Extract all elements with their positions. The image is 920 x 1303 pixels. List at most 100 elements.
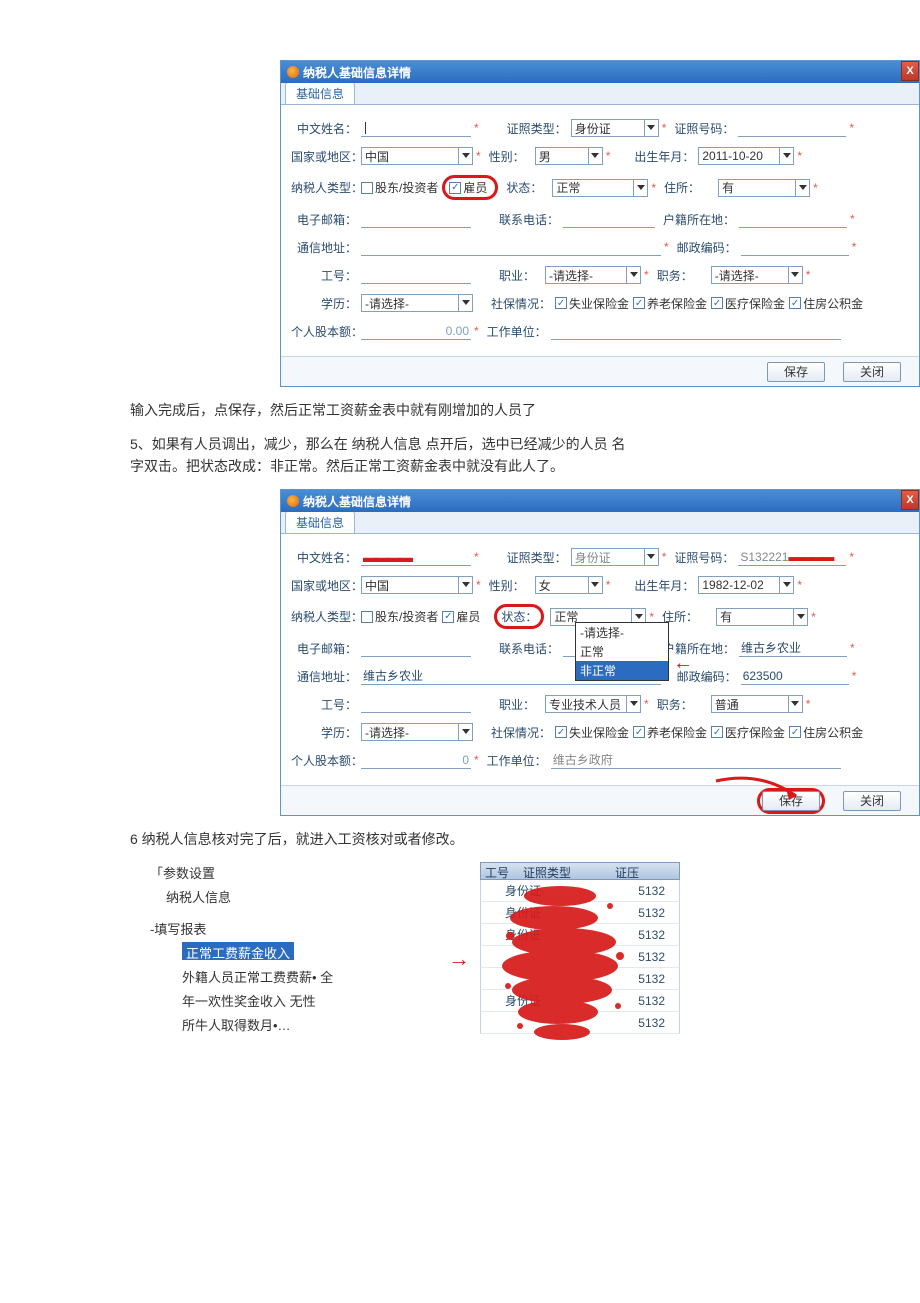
lbl-residence: 住所： xyxy=(664,179,700,196)
chk-unemploy[interactable]: 失业保险金 xyxy=(555,295,629,312)
lbl-email: 电子邮箱： xyxy=(291,211,357,228)
cell-id-pfx: 5132 xyxy=(577,950,673,964)
data-grid: → 工号 证照类型 证压 身份证5132身份证5132身份证5132513251… xyxy=(480,862,680,1038)
edu-select[interactable]: -请选择- xyxy=(361,723,473,741)
lbl-id-type: 证照类型： xyxy=(507,120,567,137)
table-row[interactable]: 身份证5132 xyxy=(480,902,680,924)
status-opt-placeholder[interactable]: -请选择- xyxy=(576,623,668,642)
table-row[interactable]: 身份证5132 xyxy=(480,990,680,1012)
titlebar[interactable]: 纳税人基础信息详情 X xyxy=(281,61,919,83)
id-type-select[interactable]: 身份证 xyxy=(571,119,659,137)
lbl-post: 职务： xyxy=(657,267,693,284)
hukou-input[interactable] xyxy=(739,210,847,228)
country-select[interactable]: 中国 xyxy=(361,147,473,165)
id-type-select[interactable]: 身份证 xyxy=(571,548,659,566)
grid-header: 工号 证照类型 证压 xyxy=(480,862,680,880)
chk-housing[interactable]: 住房公积金 xyxy=(789,724,863,741)
cell-id-type: 身份证 xyxy=(481,882,577,899)
chk-medical[interactable]: 医疗保险金 xyxy=(711,724,785,741)
tree-fill-form[interactable]: -填写报表 xyxy=(150,918,350,942)
cell-id-type: 身份证 xyxy=(481,904,577,921)
chk-pension[interactable]: 养老保险金 xyxy=(633,724,707,741)
title-text: 纳税人基础信息详情 xyxy=(303,493,411,510)
tree-param[interactable]: 「参数设置 xyxy=(150,862,350,886)
chk-housing[interactable]: 住房公积金 xyxy=(789,295,863,312)
nav-tree: 「参数设置 纳税人信息 -填写报表 正常工费薪金收入 外籍人员正常工费费薪• 全… xyxy=(150,862,350,1038)
lbl-edu: 学历： xyxy=(291,724,357,741)
save-button[interactable]: 保存 xyxy=(767,362,825,382)
lbl-id-no: 证照号码： xyxy=(674,120,734,137)
chk-shareholder[interactable]: 股东/投资者 xyxy=(361,608,438,625)
workunit-input[interactable]: 维古乡政府 xyxy=(551,751,841,769)
birth-date-select[interactable]: 2011-10-20 xyxy=(698,147,794,165)
emp-no-input[interactable] xyxy=(361,266,471,284)
title-text: 纳税人基础信息详情 xyxy=(303,64,411,81)
chk-employee[interactable]: 雇员 xyxy=(442,608,480,625)
close-icon[interactable]: X xyxy=(901,61,919,81)
tree-foreign-salary[interactable]: 外籍人员正常工费费薪• 全 xyxy=(182,966,350,990)
post-select[interactable]: -请选择- xyxy=(711,266,803,284)
table-row[interactable]: 5132 xyxy=(480,968,680,990)
para-step5b: 字双击。把状态改成：非正常。然后正常工资薪金表中就没有此人了。 xyxy=(130,455,870,477)
status-opt-normal[interactable]: 正常 xyxy=(576,642,668,661)
cell-id-pfx: 5132 xyxy=(577,906,673,920)
save-button[interactable]: 保存 xyxy=(762,791,820,811)
lbl-chinese-name: 中文姓名： xyxy=(291,120,357,137)
chk-medical[interactable]: 医疗保险金 xyxy=(711,295,785,312)
hukou-input[interactable]: 维古乡农业 xyxy=(739,639,847,657)
postcode-input[interactable] xyxy=(741,238,849,256)
tree-annual-bonus[interactable]: 年一欢性奖金收入 无性 xyxy=(182,990,350,1014)
email-input[interactable] xyxy=(361,210,471,228)
close-button[interactable]: 关闭 xyxy=(843,791,901,811)
tree-salary-income[interactable]: 正常工费薪金收入 xyxy=(182,942,294,960)
addr-input[interactable] xyxy=(361,238,661,256)
chk-pension[interactable]: 养老保险金 xyxy=(633,295,707,312)
capital-input[interactable]: 0.00 xyxy=(361,322,471,340)
tree-other-income[interactable]: 所牛人取得数月•… xyxy=(182,1014,350,1038)
chinese-name-input[interactable]: ▬▬▬▬ xyxy=(361,548,471,566)
status-opt-abnormal[interactable]: 非正常 xyxy=(576,661,668,680)
tab-basic-info[interactable]: 基础信息 xyxy=(285,511,355,533)
tree-taxpayer-info[interactable]: 纳税人信息 xyxy=(166,886,350,910)
lbl-id-no: 证照号码： xyxy=(674,549,734,566)
cell-id-type: 身份证 xyxy=(481,992,577,1009)
chinese-name-input[interactable] xyxy=(361,119,471,137)
chk-shareholder[interactable]: 股东/投资者 xyxy=(361,179,438,196)
occupation-select[interactable]: 专业技术人员 xyxy=(545,695,641,713)
capital-input[interactable]: 0 xyxy=(361,751,471,769)
emp-no-input[interactable] xyxy=(361,695,471,713)
table-row[interactable]: 5132 xyxy=(480,946,680,968)
postcode-input[interactable]: 623500 xyxy=(741,667,849,685)
table-row[interactable]: 5132 xyxy=(480,1012,680,1034)
lbl-capital: 个人股本额： xyxy=(291,752,357,769)
phone-input[interactable] xyxy=(563,210,655,228)
table-row[interactable]: 身份证5132 xyxy=(480,880,680,902)
gender-select[interactable]: 男 xyxy=(535,147,603,165)
post-select[interactable]: 普通 xyxy=(711,695,803,713)
occupation-select[interactable]: -请选择- xyxy=(545,266,641,284)
birth-date-select[interactable]: 1982-12-02 xyxy=(698,576,794,594)
email-input[interactable] xyxy=(361,639,471,657)
edu-select[interactable]: -请选择- xyxy=(361,294,473,312)
lbl-gender: 性别： xyxy=(489,148,525,165)
residence-select[interactable]: 有 xyxy=(716,608,808,626)
lbl-emp-no: 工号： xyxy=(291,267,357,284)
tab-basic-info[interactable]: 基础信息 xyxy=(285,82,355,104)
id-no-input[interactable]: S132221▬▬▬▬ xyxy=(738,548,846,566)
table-row[interactable]: 身份证5132 xyxy=(480,924,680,946)
status-dropdown-list[interactable]: -请选择- 正常 非正常 xyxy=(575,622,669,681)
chk-unemploy[interactable]: 失业保险金 xyxy=(555,724,629,741)
close-button[interactable]: 关闭 xyxy=(843,362,901,382)
lbl-occupation: 职业： xyxy=(499,267,535,284)
close-icon[interactable]: X xyxy=(901,490,919,510)
chk-employee[interactable]: 雇员 xyxy=(449,179,487,196)
lbl-capital: 个人股本额： xyxy=(291,323,357,340)
workunit-input[interactable] xyxy=(551,322,841,340)
residence-select[interactable]: 有 xyxy=(718,179,810,197)
lbl-status: 状态： xyxy=(506,179,542,196)
titlebar[interactable]: 纳税人基础信息详情 X xyxy=(281,490,919,512)
gender-select[interactable]: 女 xyxy=(535,576,603,594)
country-select[interactable]: 中国 xyxy=(361,576,473,594)
id-no-input[interactable] xyxy=(738,119,846,137)
status-select[interactable]: 正常 xyxy=(552,179,648,197)
